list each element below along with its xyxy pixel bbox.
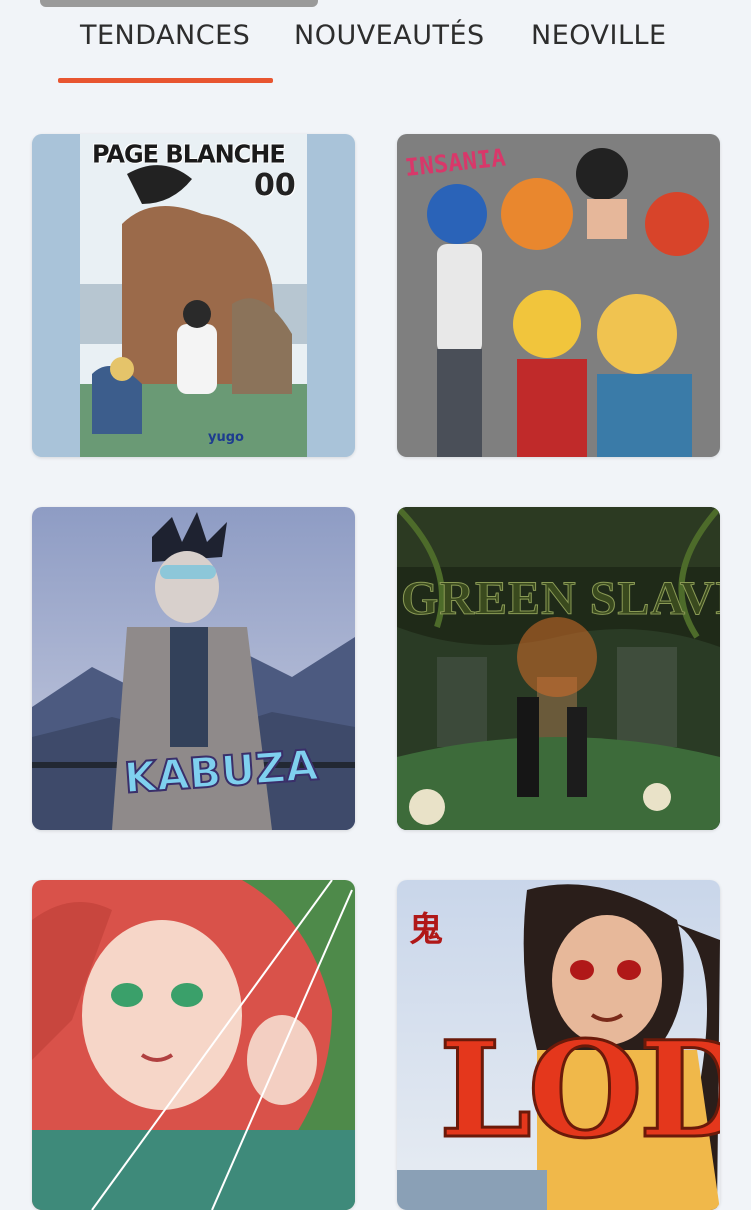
cover-author: yugo bbox=[208, 430, 244, 445]
cover-art bbox=[32, 880, 355, 1210]
cover-art bbox=[32, 134, 355, 457]
cover-number: 00 bbox=[254, 168, 296, 203]
series-card-kabuza[interactable]: KABUZA bbox=[32, 507, 355, 830]
series-card-green-slave[interactable]: GREEN SLAVE bbox=[397, 507, 720, 830]
cover-title: GREEN SLAVE bbox=[401, 572, 721, 626]
cover-art bbox=[397, 134, 720, 457]
cover-art bbox=[397, 507, 720, 830]
tab-neoville[interactable]: NEOVILLE bbox=[531, 20, 667, 60]
category-tabs: TENDANCES NOUVEAUTÉS NEOVILLE bbox=[0, 0, 751, 88]
tab-tendances[interactable]: TENDANCES bbox=[80, 20, 250, 60]
series-card-page-blanche[interactable]: PAGE BLANCHE 00 yugo bbox=[32, 134, 355, 457]
series-card-lodi[interactable]: 鬼 LODI bbox=[397, 880, 720, 1210]
tab-nouveautes[interactable]: NOUVEAUTÉS bbox=[294, 20, 485, 60]
active-tab-indicator bbox=[58, 78, 273, 83]
cover-title: PAGE BLANCHE bbox=[92, 139, 286, 169]
cover-kanji: 鬼 bbox=[409, 910, 443, 950]
series-card-5[interactable] bbox=[32, 880, 355, 1210]
cover-title: LODI bbox=[437, 1013, 720, 1168]
series-card-insania[interactable]: INSANIA bbox=[397, 134, 720, 457]
